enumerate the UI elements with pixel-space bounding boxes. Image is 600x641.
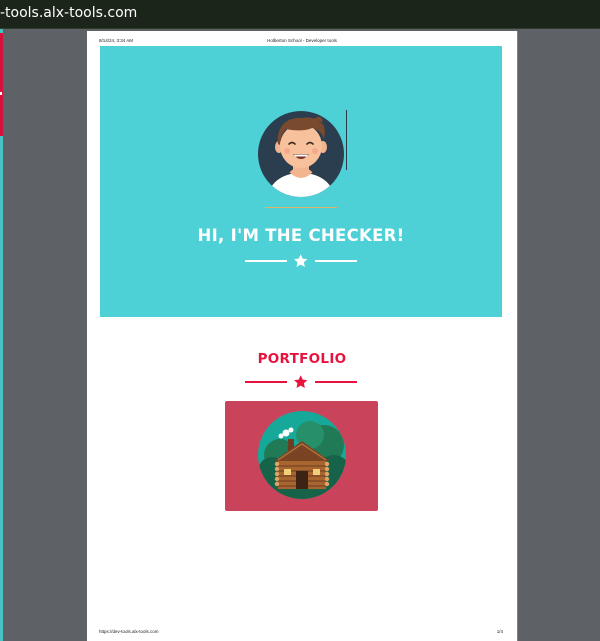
portfolio-star-divider: [245, 374, 358, 390]
portfolio-heading: PORTFOLIO: [257, 351, 347, 367]
star-icon: [294, 254, 308, 267]
avatar-side-line: [346, 110, 347, 170]
print-url: https://dev-tools.alx-tools.com: [99, 629, 159, 634]
window-title: -tools.alx-tools.com: [0, 5, 138, 21]
hero-section: HI, I'M THE CHECKER!: [100, 46, 502, 317]
background-window-mark: [0, 92, 2, 95]
print-footer: https://dev-tools.alx-tools.com 1/4: [87, 627, 517, 637]
print-page-number: 1/4: [496, 629, 503, 634]
background-window-accent: [0, 33, 3, 136]
star-icon: [294, 375, 308, 388]
page-shadow-edge: [517, 31, 518, 641]
hero-title: HI, I'M THE CHECKER!: [197, 226, 405, 245]
hero-star-divider: [245, 253, 358, 269]
browser-title-bar: -tools.alx-tools.com: [0, 0, 600, 28]
avatar-underline: [265, 207, 337, 208]
divider-line-right: [314, 381, 358, 383]
title-bar-divider: [0, 28, 600, 29]
portfolio-item-card[interactable]: [225, 401, 378, 511]
divider-line-right: [314, 260, 358, 262]
print-page-title: Holberton School - Developer tools: [267, 38, 337, 43]
log-cabin-illustration: [258, 411, 346, 499]
avatar: [258, 111, 344, 197]
divider-line-left: [245, 260, 288, 262]
print-preview-page[interactable]: 8/14/24, 3:34 AM Holberton School - Deve…: [87, 31, 517, 641]
print-header: 8/14/24, 3:34 AM Holberton School - Deve…: [87, 31, 517, 45]
divider-line-left: [245, 381, 288, 383]
